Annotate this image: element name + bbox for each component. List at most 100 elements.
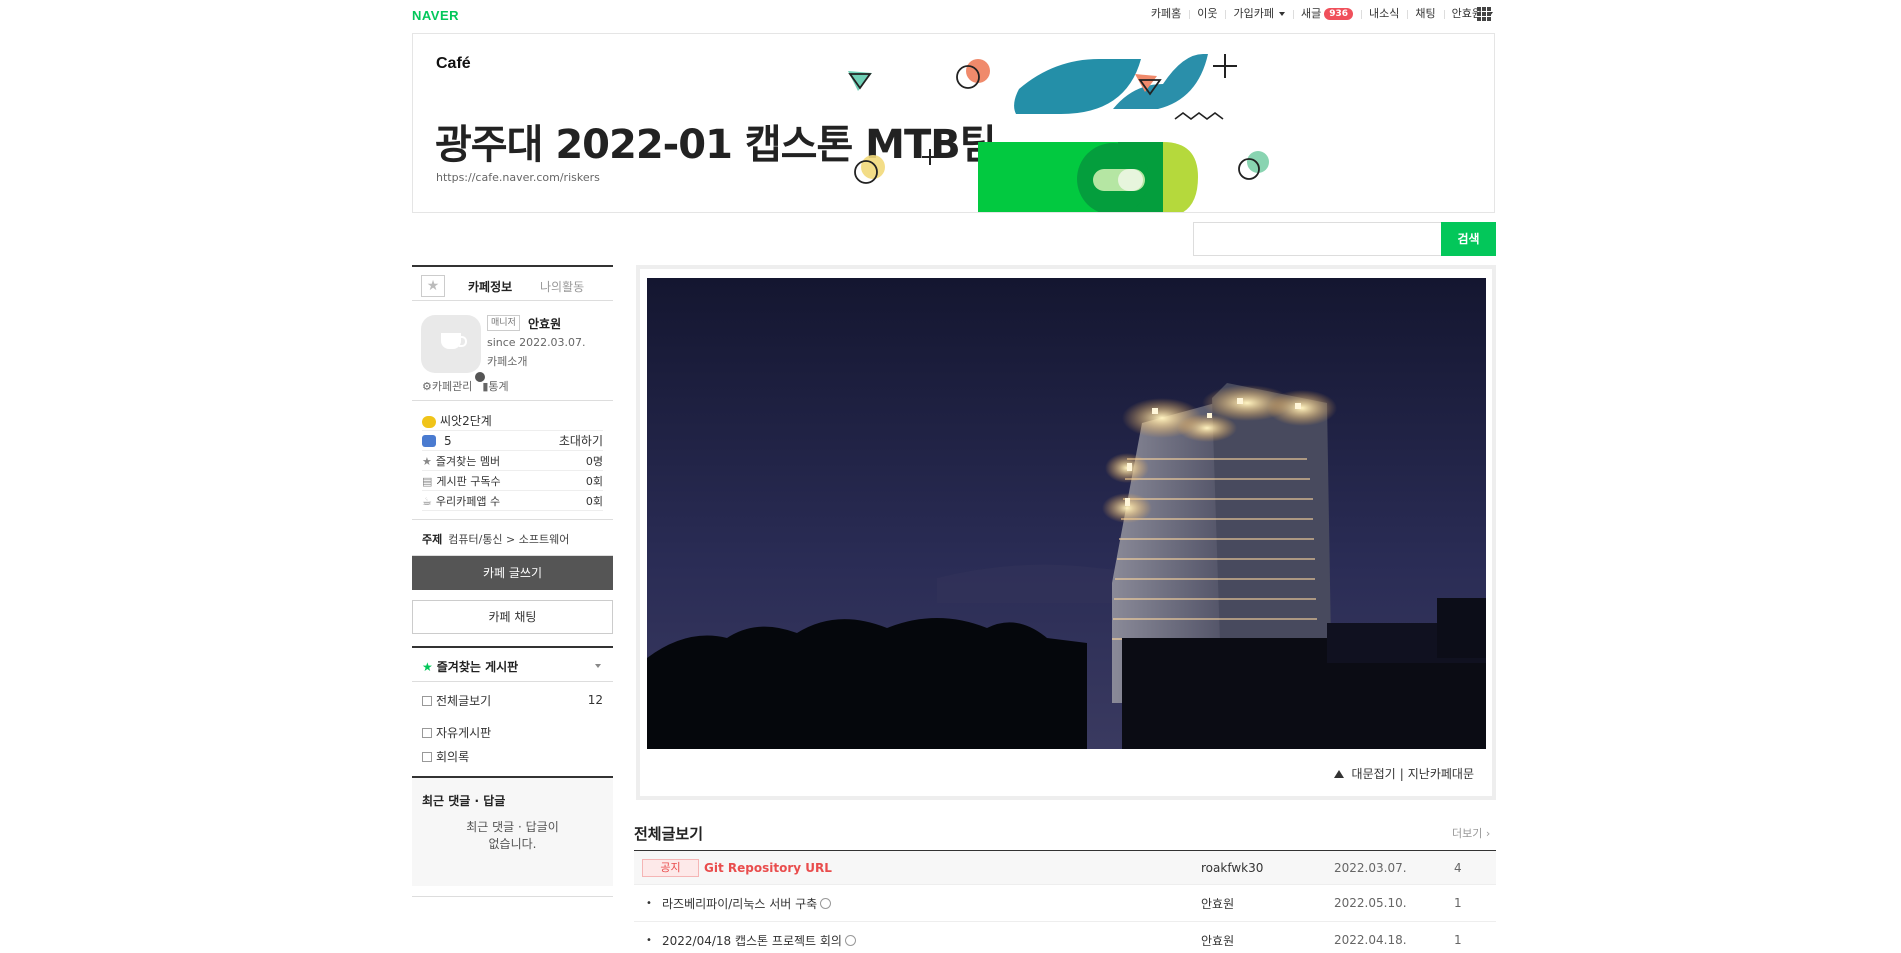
gnb-chat-label: 채팅	[1415, 7, 1436, 20]
post-views: 4	[1454, 860, 1462, 875]
new-posts-badge: 936	[1324, 8, 1353, 20]
post-author[interactable]: 안효원	[1201, 932, 1234, 949]
gnb-new-posts-label: 새글	[1300, 7, 1322, 20]
photo-links: 대문접기 | 지난카페대문	[1333, 765, 1474, 782]
topic-label: 주제	[422, 533, 443, 546]
gnb-my-news-label: 내소식	[1369, 7, 1400, 20]
sidebar-tabs: ★ 카페정보 나의활동	[412, 265, 613, 301]
table-row[interactable]: • 라즈베리파이/리눅스 서버 구축 안효원 2022.05.10. 1	[634, 885, 1496, 922]
board-icon	[422, 752, 432, 762]
seed-level-icon	[422, 415, 436, 428]
tab-my-activity[interactable]: 나의활동	[540, 278, 584, 295]
stats-label: 통계	[488, 380, 509, 393]
avatar[interactable]	[421, 315, 487, 384]
stat-value: 0명	[585, 454, 603, 468]
stat-label: 즐겨찾는 멤버	[435, 454, 501, 468]
chevron-down-icon[interactable]	[595, 664, 601, 668]
gnb-joined-cafes-label: 가입카페	[1233, 7, 1274, 20]
gnb-user-menu[interactable]: 안효원	[1443, 7, 1501, 21]
naver-logo[interactable]: NAVER	[412, 8, 459, 23]
notice-tag: 공지	[642, 859, 699, 877]
post-title: 2022/04/18 캡스톤 프로젝트 회의	[662, 933, 842, 948]
topic-value[interactable]: 컴퓨터/통신 > 소프트웨어	[448, 533, 569, 546]
post-list-title[interactable]: 전체글보기	[634, 823, 703, 844]
post-title-wrap[interactable]: 라즈베리파이/리눅스 서버 구축	[662, 895, 832, 912]
recent-empty-line1: 최근 댓글 · 답글이	[466, 820, 559, 834]
gnb-neighbors[interactable]: 이웃	[1189, 7, 1225, 21]
board-icon: ▤	[422, 474, 433, 488]
gnb-new-posts[interactable]: 새글 936	[1292, 7, 1361, 21]
gnb-joined-cafes[interactable]: 가입카페	[1225, 7, 1292, 21]
recent-comments-title: 최근 댓글 · 답글	[422, 794, 506, 808]
board-minutes[interactable]: 회의록	[422, 744, 603, 768]
stat-label: 우리카페앱 수	[435, 494, 501, 508]
gnb-my-news[interactable]: 내소식	[1361, 7, 1407, 21]
emoji-icon	[844, 934, 856, 946]
stat-value: 0회	[585, 474, 603, 488]
gnb-cafe-home-label: 카페홈	[1150, 7, 1182, 20]
past-front-link[interactable]: 지난카페대문	[1408, 765, 1474, 782]
level-label: 씨앗2단계	[440, 414, 492, 428]
manage-links: ⚙카페관리 ▮통계	[422, 378, 509, 394]
more-link[interactable]: 더보기 ›	[1452, 825, 1490, 841]
gnb-cafe-home[interactable]: 카페홈	[1143, 7, 1189, 21]
member-count-row: 5 초대하기	[422, 431, 603, 451]
cafe-stats: 씨앗2단계 5 초대하기 ★ 즐겨찾는 멤버 0명 ▤ 게시판 구독수 0회 ☕ 우리카페앱…	[412, 401, 613, 520]
fav-boards-header[interactable]: ★ 즐겨찾는 게시판	[412, 646, 613, 682]
table-row[interactable]: 공지 Git Repository URL roakfwk30 2022.03.…	[634, 851, 1496, 885]
cafe-level[interactable]: 씨앗2단계	[422, 411, 603, 431]
post-author[interactable]: 안효원	[1201, 895, 1234, 912]
recent-comments: 최근 댓글 · 답글 최근 댓글 · 답글이 없습니다.	[412, 776, 613, 886]
cafe-banner: Café 광주대 2022-01 캡스톤 MTB팀 https://cafe.n…	[412, 33, 1495, 213]
post-author[interactable]: roakfwk30	[1201, 861, 1263, 875]
table-row[interactable]: • 2022/04/18 캡스톤 프로젝트 회의 안효원 2022.04.18.…	[634, 922, 1496, 953]
board-name: 회의록	[436, 749, 470, 764]
banner-decoration	[848, 54, 1269, 212]
board-free[interactable]: 자유게시판	[422, 720, 603, 744]
chevron-down-icon	[1278, 12, 1285, 16]
tab-cafe-info[interactable]: 카페정보	[468, 278, 512, 295]
post-list: 공지 Git Repository URL roakfwk30 2022.03.…	[634, 850, 1496, 953]
post-date: 2022.04.18.	[1334, 933, 1407, 947]
star-icon: ★	[422, 660, 433, 674]
gnb-neighbors-label: 이웃	[1197, 7, 1218, 20]
night-building-photo	[647, 278, 1486, 749]
search-button[interactable]: 검색	[1441, 222, 1496, 256]
board-all-posts[interactable]: 전체글보기 12	[422, 688, 603, 712]
post-date: 2022.03.07.	[1334, 860, 1407, 875]
invite-link[interactable]: 초대하기	[559, 432, 603, 449]
stat-row-fav-members: ★ 즐겨찾는 멤버 0명	[422, 451, 603, 471]
fav-boards-title: 즐겨찾는 게시판	[436, 660, 519, 674]
stat-row-app: ☕ 우리카페앱 수 0회	[422, 491, 603, 511]
post-title[interactable]: Git Repository URL	[704, 861, 832, 875]
cafe-chat-button[interactable]: 카페 채팅	[412, 600, 613, 634]
stats-link[interactable]: ▮통계	[482, 378, 508, 394]
board-list: 전체글보기 12 자유게시판 회의록	[412, 682, 613, 772]
collapse-front-link[interactable]: 대문접기	[1352, 765, 1396, 782]
cafe-write-button[interactable]: 카페 글쓰기	[412, 556, 613, 590]
board-name: 자유게시판	[436, 725, 492, 740]
post-title-wrap[interactable]: 2022/04/18 캡스톤 프로젝트 회의	[662, 932, 856, 949]
star-icon[interactable]: ★	[421, 275, 445, 297]
post-title: 라즈베리파이/리눅스 서버 구축	[662, 896, 818, 911]
manager-profile: 매니저 안효원 since 2022.03.07. 카페소개 ⚙카페관리 ▮통계	[412, 301, 613, 401]
cafe-intro-link[interactable]: 카페소개	[487, 353, 527, 369]
grid-icon[interactable]	[1477, 7, 1491, 21]
member-count[interactable]: 5	[444, 434, 452, 448]
cafe-search-input[interactable]	[1193, 222, 1443, 256]
gnb-chat[interactable]: 채팅	[1407, 7, 1443, 21]
manager-role-tag: 매니저	[487, 315, 520, 331]
manager-name[interactable]: 안효원	[528, 315, 561, 332]
more-label: 더보기	[1452, 827, 1483, 840]
sidebar: ★ 카페정보 나의활동 매니저 안효원 since 2022.03.07. 카페…	[412, 265, 613, 920]
recent-comments-empty: 최근 댓글 · 답글이 없습니다.	[422, 819, 603, 853]
board-count: 12	[587, 693, 603, 707]
cafe-app-icon: ☕	[422, 494, 432, 508]
triangle-up-icon	[1333, 769, 1344, 778]
stat-value: 0회	[585, 494, 603, 508]
bullet-icon: •	[646, 897, 652, 909]
members-icon	[422, 435, 436, 447]
gear-icon: ⚙	[422, 380, 432, 393]
cafe-manage-link[interactable]: ⚙카페관리	[422, 378, 472, 394]
since-date: since 2022.03.07.	[487, 336, 586, 349]
